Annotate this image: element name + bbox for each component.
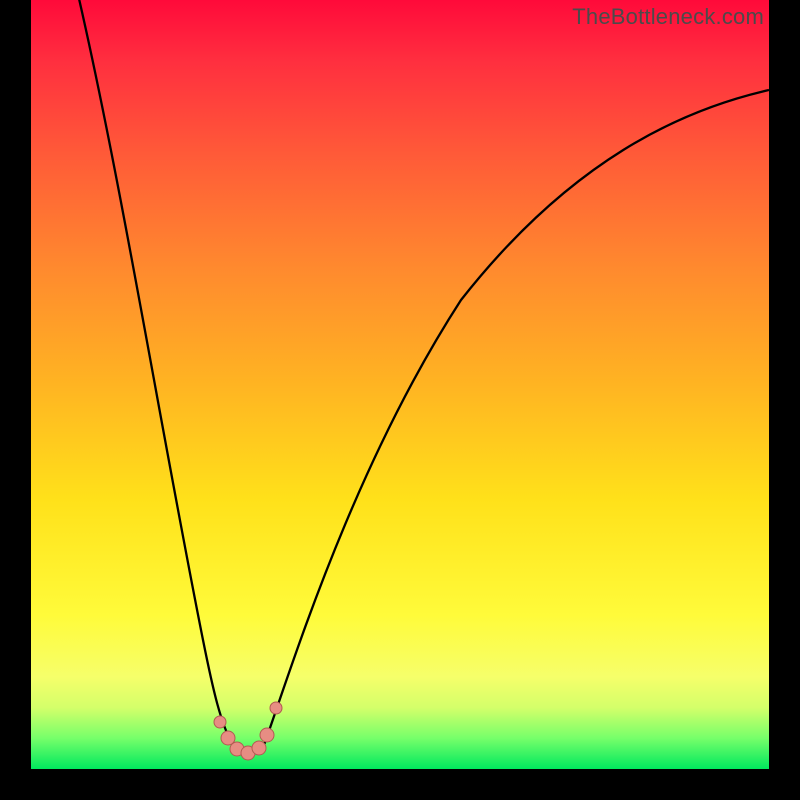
chart-plot-area: [31, 0, 769, 769]
marker-dot: [252, 741, 266, 755]
curve-right-branch: [264, 90, 769, 745]
marker-dot: [270, 702, 282, 714]
watermark-text: TheBottleneck.com: [572, 4, 764, 30]
curve-left-branch: [77, 0, 233, 745]
marker-dot: [260, 728, 274, 742]
marker-dot: [214, 716, 226, 728]
highlight-markers: [214, 702, 282, 760]
bottleneck-curve: [31, 0, 769, 769]
